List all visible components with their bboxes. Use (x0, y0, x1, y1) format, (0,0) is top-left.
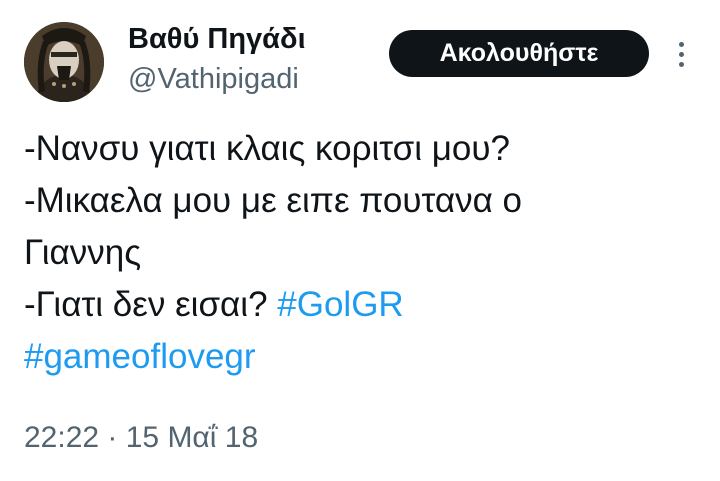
tweet-line: -Μικαελα μου με ειπε πουτανα ο (24, 181, 523, 220)
follow-button[interactable]: Ακολουθήστε (389, 30, 649, 77)
more-dot (678, 61, 684, 67)
hashtag-link[interactable]: #GolGR (277, 285, 403, 324)
tweet-timestamp[interactable]: 22:22 · 15 Μαΐ 18 (24, 418, 258, 458)
avatar[interactable] (24, 22, 104, 102)
avatar-image (24, 22, 104, 102)
tweet-line: Γιαννης (24, 233, 142, 272)
display-name[interactable]: Βαθύ Πηγάδι (128, 22, 306, 56)
tweet-line: #gameoflovegr (24, 331, 704, 383)
more-dot (678, 51, 684, 57)
tweet-line: -Γιατι δεν εισαι? #GolGR (24, 279, 704, 331)
tweet-text: -Νανσυ γιατι κλαις κοριτσι μου? -Μικαελα… (24, 123, 704, 383)
hashtag-link[interactable]: #gameoflovegr (24, 337, 256, 376)
more-vertical-icon[interactable] (666, 36, 696, 72)
tweet-line: -Νανσυ γιατι κλαις κοριτσι μου? (24, 129, 510, 168)
more-dot (678, 41, 684, 47)
tweet-line-text: -Γιατι δεν εισαι? (24, 285, 278, 324)
handle[interactable]: @Vathipigadi (128, 62, 299, 96)
